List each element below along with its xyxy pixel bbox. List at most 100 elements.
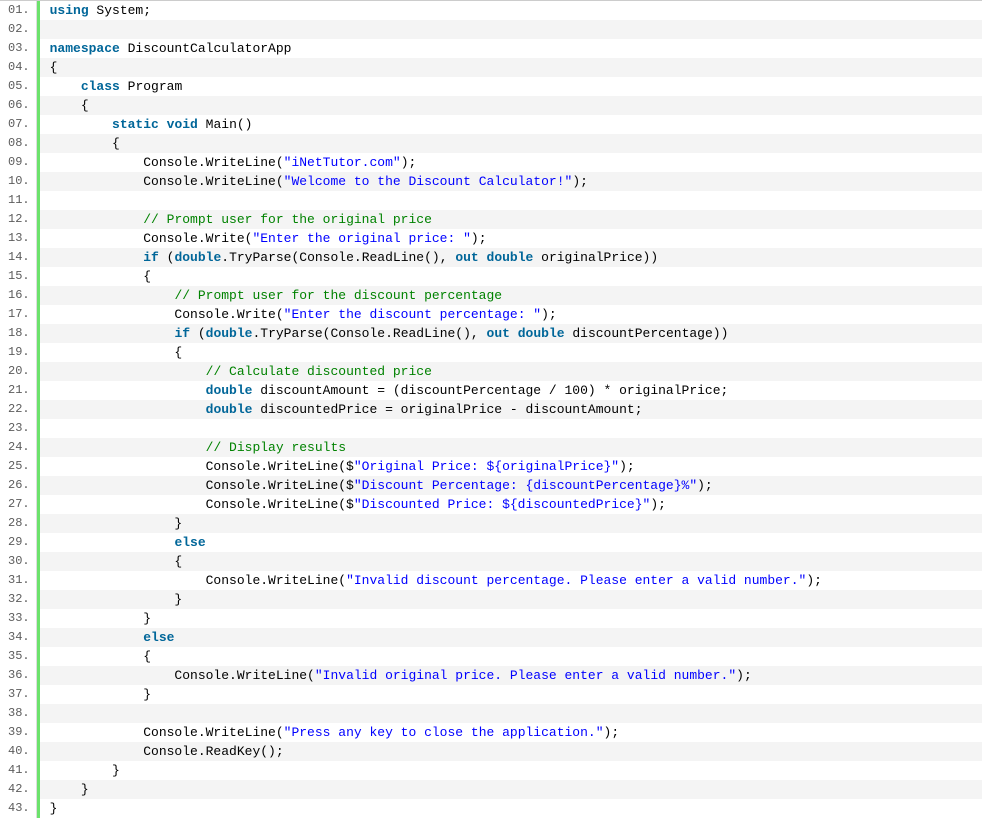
code-line: Console.WriteLine("Press any key to clos… (40, 723, 982, 742)
line-number: 33. (8, 609, 30, 628)
line-number: 09. (8, 153, 30, 172)
token-plain (159, 117, 167, 132)
line-number: 04. (8, 58, 30, 77)
line-number: 40. (8, 742, 30, 761)
token-plain: { (50, 554, 183, 569)
code-line: } (40, 514, 982, 533)
token-kw: else (174, 535, 205, 550)
token-plain: Console.WriteLine($ (50, 478, 354, 493)
token-str: "Enter the discount percentage: " (284, 307, 541, 322)
line-number: 08. (8, 134, 30, 153)
token-plain: ); (572, 174, 588, 189)
line-number: 39. (8, 723, 30, 742)
code-line: } (40, 685, 982, 704)
token-plain: } (50, 516, 183, 531)
token-plain: Console.WriteLine( (50, 668, 315, 683)
code-line: { (40, 267, 982, 286)
token-kw: double (487, 250, 534, 265)
code-line: // Display results (40, 438, 982, 457)
token-kw: double (206, 402, 253, 417)
token-plain: ); (619, 459, 635, 474)
line-number: 29. (8, 533, 30, 552)
token-plain: discountPercentage)) (565, 326, 729, 341)
line-number: 27. (8, 495, 30, 514)
code-line: Console.WriteLine($"Discount Percentage:… (40, 476, 982, 495)
line-number-gutter: 01.02.03.04.05.06.07.08.09.10.11.12.13.1… (0, 1, 37, 818)
code-line: Console.WriteLine($"Original Price: ${or… (40, 457, 982, 476)
token-str: "Welcome to the Discount Calculator!" (284, 174, 573, 189)
code-line (40, 191, 982, 210)
token-str: "Press any key to close the application.… (284, 725, 604, 740)
code-line: { (40, 647, 982, 666)
token-kw: using (50, 3, 89, 18)
code-line: else (40, 533, 982, 552)
token-plain (50, 383, 206, 398)
token-kw: double (174, 250, 221, 265)
token-plain: Console.ReadKey(); (50, 744, 284, 759)
token-plain: } (50, 782, 89, 797)
code-line: if (double.TryParse(Console.ReadLine(), … (40, 248, 982, 267)
token-plain: Console.WriteLine($ (50, 459, 354, 474)
token-plain: .TryParse(Console.ReadLine(), (252, 326, 486, 341)
token-plain (50, 212, 144, 227)
token-plain: Console.Write( (50, 307, 284, 322)
line-number: 32. (8, 590, 30, 609)
token-plain: Console.WriteLine($ (50, 497, 354, 512)
token-plain: Console.WriteLine( (50, 174, 284, 189)
token-cmt: // Display results (206, 440, 346, 455)
token-plain (50, 117, 112, 132)
token-plain (50, 440, 206, 455)
code-line: } (40, 590, 982, 609)
token-plain (50, 630, 144, 645)
token-plain: discountAmount = (discountPercentage / 1… (252, 383, 728, 398)
token-plain: Main() (198, 117, 253, 132)
token-str: "Original Price: ${originalPrice}" (354, 459, 619, 474)
token-plain: ); (541, 307, 557, 322)
code-line: static void Main() (40, 115, 982, 134)
token-plain: ); (736, 668, 752, 683)
token-plain: ( (159, 250, 175, 265)
line-number: 12. (8, 210, 30, 229)
line-number: 42. (8, 780, 30, 799)
token-kw: namespace (50, 41, 120, 56)
code-line: Console.ReadKey(); (40, 742, 982, 761)
code-line: Console.Write("Enter the original price:… (40, 229, 982, 248)
token-kw: if (143, 250, 159, 265)
token-plain: { (50, 649, 151, 664)
token-kw: double (206, 326, 253, 341)
code-block: 01.02.03.04.05.06.07.08.09.10.11.12.13.1… (0, 0, 982, 818)
token-str: "Discount Percentage: {discountPercentag… (354, 478, 697, 493)
line-number: 11. (8, 191, 30, 210)
code-line: Console.WriteLine("iNetTutor.com"); (40, 153, 982, 172)
token-plain: Console.WriteLine( (50, 573, 346, 588)
token-str: "Discounted Price: ${discountedPrice}" (354, 497, 650, 512)
code-line: { (40, 343, 982, 362)
token-kw: double (518, 326, 565, 341)
token-str: "Invalid discount percentage. Please ent… (346, 573, 806, 588)
line-number: 31. (8, 571, 30, 590)
token-plain: { (50, 345, 183, 360)
token-plain (510, 326, 518, 341)
token-plain (50, 535, 175, 550)
token-str: "iNetTutor.com" (284, 155, 401, 170)
token-kw: void (167, 117, 198, 132)
token-plain: .TryParse(Console.ReadLine(), (221, 250, 455, 265)
token-plain: } (50, 801, 58, 816)
line-number: 23. (8, 419, 30, 438)
line-number: 38. (8, 704, 30, 723)
token-kw: double (206, 383, 253, 398)
code-line: } (40, 799, 982, 818)
token-plain: ); (697, 478, 713, 493)
line-number: 18. (8, 324, 30, 343)
token-kw: static (112, 117, 159, 132)
line-number: 22. (8, 400, 30, 419)
line-number: 34. (8, 628, 30, 647)
token-plain (50, 326, 175, 341)
token-plain (479, 250, 487, 265)
code-line: double discountedPrice = originalPrice -… (40, 400, 982, 419)
token-plain: ); (806, 573, 822, 588)
code-line: } (40, 780, 982, 799)
token-kw: class (81, 79, 120, 94)
line-number: 03. (8, 39, 30, 58)
line-number: 10. (8, 172, 30, 191)
